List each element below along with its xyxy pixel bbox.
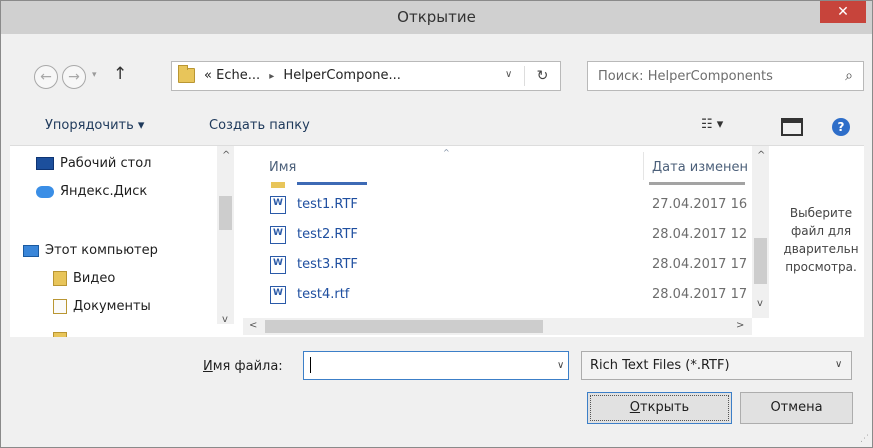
view-options-icon[interactable]: ☷ ▾ bbox=[701, 117, 723, 132]
organize-button[interactable]: Упорядочить ▾ bbox=[45, 118, 144, 133]
nav-item-documents[interactable]: Документы bbox=[53, 299, 151, 323]
folder-icon bbox=[53, 331, 67, 337]
computer-icon bbox=[23, 244, 39, 257]
nav-item-desktop[interactable]: Рабочий стол bbox=[36, 156, 151, 180]
preview-pane: Выберите файл для дварительн просмотра. bbox=[778, 146, 864, 337]
nav-item-video[interactable]: Видео bbox=[53, 271, 115, 295]
word-document-icon bbox=[270, 286, 286, 304]
forward-button[interactable]: → bbox=[62, 65, 86, 89]
title-bar[interactable]: Открытие ✕ bbox=[1, 1, 872, 34]
folder-icon bbox=[178, 65, 195, 83]
sort-ascending-icon: ^ bbox=[443, 148, 450, 157]
open-button[interactable]: Открыть bbox=[587, 392, 732, 424]
file-date: 28.04.2017 17:08 bbox=[652, 257, 748, 272]
search-input[interactable]: Поиск: HelperComponents ⌕ bbox=[587, 61, 864, 91]
word-document-icon bbox=[270, 256, 286, 274]
nav-item-yandex-disk[interactable]: Яндекс.Диск bbox=[36, 184, 147, 208]
word-document-icon bbox=[270, 196, 286, 214]
chevron-down-icon[interactable]: ∨ bbox=[835, 359, 842, 370]
file-date: 27.04.2017 16:51 bbox=[652, 197, 748, 212]
file-type-value: Rich Text Files (*.RTF) bbox=[590, 358, 730, 373]
scroll-down-icon[interactable]: v bbox=[757, 298, 763, 309]
nav-pane-scrollbar[interactable]: ^ v bbox=[217, 146, 234, 325]
content-area: Рабочий стол Яндекс.Диск Этот компьютер … bbox=[10, 145, 864, 337]
preview-message-line: файл для bbox=[790, 224, 852, 238]
breadcrumb-item[interactable]: HelperCompone... bbox=[283, 68, 401, 83]
nav-item-label: Видео bbox=[73, 271, 116, 286]
cancel-button[interactable]: Отмена bbox=[740, 392, 853, 424]
file-type-select[interactable]: Rich Text Files (*.RTF) ∨ bbox=[581, 351, 852, 380]
chevron-down-icon[interactable]: ∨ bbox=[557, 360, 564, 371]
nav-item-label: Рабочий стол bbox=[60, 156, 152, 171]
file-name[interactable]: test3.RTF bbox=[297, 257, 358, 272]
chevron-down-icon[interactable]: ∨ bbox=[505, 69, 512, 80]
file-list-horizontal-scrollbar[interactable]: < > bbox=[243, 318, 752, 335]
recent-locations-icon[interactable]: ▾ bbox=[92, 70, 97, 80]
window-title: Открытие bbox=[397, 8, 476, 26]
list-item[interactable]: test3.RTF 28.04.2017 17:08 bbox=[243, 254, 753, 278]
filename-label: Имя файла: bbox=[203, 359, 283, 374]
breadcrumb[interactable]: « Eche... ▸ HelperCompone... bbox=[204, 68, 401, 83]
nav-item-label: Этот компьютер bbox=[45, 243, 158, 258]
breadcrumb-separator-icon[interactable]: ▸ bbox=[264, 71, 279, 82]
preview-message-line: дварительн bbox=[783, 242, 859, 256]
breadcrumb-overflow[interactable]: « bbox=[204, 68, 212, 83]
address-bar[interactable]: « Eche... ▸ HelperCompone... ∨ ↻ bbox=[171, 61, 561, 91]
navigation-row: ← → ▾ ↑ « Eche... ▸ HelperCompone... ∨ ↻… bbox=[1, 34, 872, 104]
preview-message-line: просмотра. bbox=[785, 260, 857, 274]
video-folder-icon bbox=[53, 271, 67, 286]
column-divider[interactable] bbox=[643, 152, 644, 180]
toolbar: Упорядочить ▾ Создать папку ☷ ▾ ? bbox=[1, 104, 872, 144]
nav-item-label: Яндекс.Диск bbox=[60, 184, 148, 199]
resize-grip-icon[interactable]: ⋰ bbox=[860, 434, 869, 444]
list-item[interactable]: test2.RTF 28.04.2017 12:40 bbox=[243, 224, 753, 248]
scroll-up-icon[interactable]: ^ bbox=[222, 150, 230, 161]
preview-message-line: Выберите bbox=[789, 206, 853, 220]
cloud-disk-icon bbox=[36, 185, 54, 198]
text-caret bbox=[310, 357, 311, 373]
scroll-up-icon[interactable]: ^ bbox=[757, 150, 765, 161]
scrollbar-thumb[interactable] bbox=[754, 238, 767, 284]
file-date: 28.04.2017 17:15 bbox=[652, 287, 748, 302]
list-item-partial[interactable] bbox=[269, 182, 749, 188]
column-header-name[interactable]: Имя bbox=[269, 160, 296, 175]
word-document-icon bbox=[270, 226, 286, 244]
help-icon[interactable]: ? bbox=[832, 118, 850, 136]
documents-folder-icon bbox=[53, 299, 67, 314]
nav-item-partial[interactable] bbox=[53, 328, 73, 337]
file-name[interactable]: test1.RTF bbox=[297, 197, 358, 212]
file-list-vertical-scrollbar[interactable]: ^ v bbox=[752, 146, 769, 318]
scrollbar-thumb[interactable] bbox=[265, 320, 543, 333]
scrollbar-thumb[interactable] bbox=[219, 196, 232, 230]
desktop-icon bbox=[36, 157, 54, 170]
scroll-left-icon[interactable]: < bbox=[249, 320, 257, 331]
file-date: 28.04.2017 12:40 bbox=[652, 227, 748, 242]
scroll-down-icon[interactable]: v bbox=[222, 314, 228, 325]
search-placeholder: Поиск: HelperComponents bbox=[598, 69, 773, 84]
column-header-date[interactable]: Дата изменени bbox=[652, 160, 748, 175]
file-name[interactable]: test4.rtf bbox=[297, 287, 349, 302]
list-item[interactable]: test4.rtf 28.04.2017 17:15 bbox=[243, 284, 753, 308]
close-button[interactable]: ✕ bbox=[820, 1, 866, 23]
scroll-right-icon[interactable]: > bbox=[736, 320, 744, 331]
search-icon[interactable]: ⌕ bbox=[845, 68, 853, 84]
preview-pane-icon[interactable] bbox=[781, 118, 803, 136]
breadcrumb-item[interactable]: Eche... bbox=[216, 68, 260, 83]
up-folder-button[interactable]: ↑ bbox=[113, 64, 127, 84]
new-folder-button[interactable]: Создать папку bbox=[209, 118, 310, 133]
filename-input[interactable]: ∨ bbox=[303, 351, 569, 380]
nav-item-this-pc[interactable]: Этот компьютер bbox=[23, 243, 158, 267]
file-name[interactable]: test2.RTF bbox=[297, 227, 358, 242]
nav-item-label: Документы bbox=[73, 299, 151, 314]
navigation-pane: Рабочий стол Яндекс.Диск Этот компьютер … bbox=[10, 146, 243, 337]
open-file-dialog: Открытие ✕ ← → ▾ ↑ « Eche... ▸ HelperCom… bbox=[0, 0, 873, 448]
refresh-icon[interactable]: ↻ bbox=[524, 66, 560, 86]
list-item[interactable]: test1.RTF 27.04.2017 16:51 bbox=[243, 194, 753, 218]
back-button[interactable]: ← bbox=[34, 65, 58, 89]
file-list: ^ Имя Дата изменени test1.RTF 27.04.2017… bbox=[243, 146, 778, 337]
